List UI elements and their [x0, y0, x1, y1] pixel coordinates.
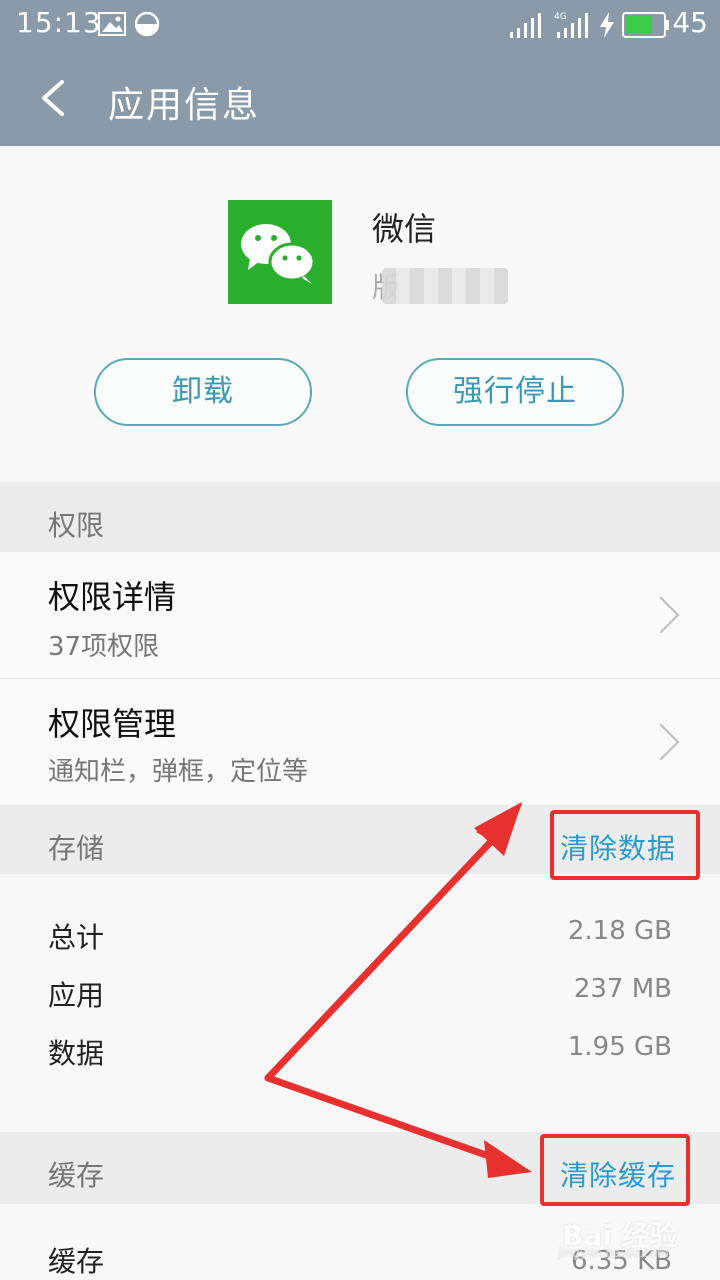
- page-title: 应用信息: [108, 85, 261, 126]
- uninstall-button[interactable]: 卸载: [94, 358, 312, 426]
- app-bar: 应用信息: [0, 48, 720, 146]
- row-subtitle: 37项权限: [48, 632, 160, 662]
- battery-icon: [622, 12, 669, 38]
- storage-value: 237 MB: [573, 974, 672, 1004]
- storage-details: 总计 2.18 GB 应用 237 MB 数据 1.95 GB: [0, 874, 720, 1132]
- storage-row-app: 应用 237 MB: [0, 974, 720, 1014]
- cache-section-title: 缓存: [48, 1159, 105, 1192]
- signal-4g-icon: 4G: [554, 12, 588, 38]
- signal-icon: [510, 13, 541, 38]
- status-bar: 15:13 4G 45: [0, 0, 720, 48]
- baidu-watermark: Bai 经验 jingyan.baidu.com: [552, 1200, 720, 1280]
- storage-value: 1.95 GB: [567, 1032, 672, 1062]
- watermark-sub: jingyan.baidu.com: [558, 1246, 669, 1260]
- svg-text:4G: 4G: [554, 12, 567, 22]
- version-redacted: [382, 268, 508, 304]
- app-name: 微信: [372, 210, 437, 248]
- wechat-app-icon: [228, 200, 332, 304]
- permission-details-row[interactable]: 权限详情 37项权限: [0, 552, 720, 678]
- image-icon: [98, 12, 126, 36]
- annotation-box-clear-cache: [540, 1134, 690, 1206]
- storage-section-title: 存储: [48, 832, 105, 865]
- permissions-section-header: 权限: [0, 482, 720, 552]
- app-header: 微信 版 卸载 强行停止: [0, 146, 720, 482]
- storage-label: 数据: [48, 1037, 105, 1070]
- chevron-right-icon: [642, 596, 680, 634]
- row-title: 权限详情: [48, 578, 177, 616]
- row-subtitle: 通知栏，弹框，定位等: [48, 757, 309, 787]
- storage-row-total: 总计 2.18 GB: [0, 916, 720, 956]
- permissions-section-title: 权限: [48, 509, 105, 542]
- storage-row-data: 数据 1.95 GB: [0, 1032, 720, 1072]
- row-title: 权限管理: [48, 705, 177, 743]
- charging-icon: [600, 12, 614, 38]
- status-time: 15:13: [16, 6, 102, 39]
- force-stop-button[interactable]: 强行停止: [406, 358, 624, 426]
- permission-management-row[interactable]: 权限管理 通知栏，弹框，定位等: [0, 679, 720, 805]
- chevron-right-icon: [642, 723, 680, 761]
- storage-label: 总计: [48, 921, 105, 954]
- annotation-box-clear-data: [550, 810, 700, 880]
- cache-label: 缓存: [48, 1245, 105, 1278]
- back-arrow-icon[interactable]: [28, 70, 84, 126]
- storage-value: 2.18 GB: [567, 916, 672, 946]
- battery-level: 45: [672, 6, 708, 39]
- storage-label: 应用: [48, 979, 105, 1012]
- data-saver-icon: [134, 11, 160, 37]
